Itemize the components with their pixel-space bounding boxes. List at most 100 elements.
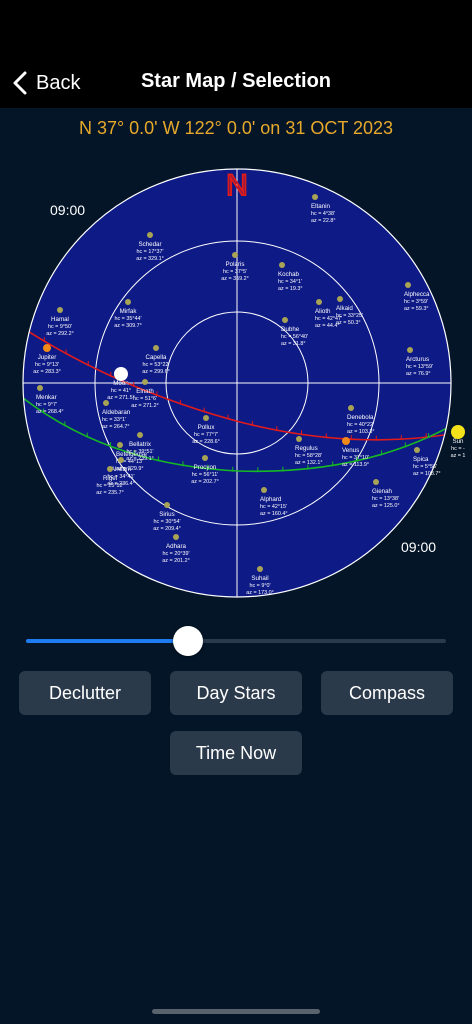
object-hc-label: hc = 9°50' — [48, 324, 72, 330]
star-dot[interactable] — [312, 194, 318, 200]
object-name-label: Venus — [342, 447, 359, 454]
star-dot[interactable] — [37, 385, 43, 391]
star-dot[interactable] — [316, 299, 322, 305]
body-dot[interactable] — [342, 437, 350, 445]
star-dot[interactable] — [153, 345, 159, 351]
object-name-label: Alnilam — [111, 466, 131, 473]
object-name-label: Bellatrix — [129, 441, 152, 448]
star-dot[interactable] — [118, 457, 124, 463]
star-dot[interactable] — [232, 252, 238, 258]
object-name-label: Moon — [113, 380, 129, 387]
object-hc-label: hc = 33°25' — [336, 313, 363, 319]
object-az-label: az = 359.2° — [221, 276, 248, 282]
object-az-label: az = 299.6° — [142, 369, 169, 375]
object-name-label: Dubhe — [281, 326, 300, 333]
object-name-label: Aldebaran — [102, 409, 131, 416]
object-name-label: Jupiter — [38, 354, 57, 361]
object-name-label: Eltanin — [311, 203, 330, 210]
object-az-label: az = 19.3° — [278, 286, 302, 292]
body-dot[interactable] — [114, 367, 128, 381]
object-name-label: Capella — [146, 354, 168, 361]
object-name-label: Sun — [452, 438, 464, 445]
star-dot[interactable] — [257, 566, 263, 572]
object-az-label: az = 292.2° — [46, 331, 73, 337]
body-dot[interactable] — [451, 425, 465, 439]
object-name-label: Arcturus — [406, 356, 429, 363]
object-name-label: Adhara — [166, 543, 187, 550]
object-az-label: az = 202.7° — [191, 479, 218, 485]
star-dot[interactable] — [405, 282, 411, 288]
star-dot[interactable] — [142, 379, 148, 385]
object-az-label: az = 209.4° — [153, 526, 180, 532]
object-hc-label: hc = 30°54' — [153, 519, 180, 525]
object-hc-label: hc = 34°1' — [278, 279, 302, 285]
star-dot[interactable] — [125, 299, 131, 305]
object-az-label: az = 125.0° — [372, 503, 399, 509]
object-az-label: az = 22.8° — [311, 218, 335, 224]
star-dot[interactable] — [279, 262, 285, 268]
object-az-label: az = 329.1° — [136, 256, 163, 262]
object-name-label: Rigel — [103, 475, 117, 482]
time-slider[interactable] — [26, 626, 446, 656]
object-az-label: az = 309.7° — [114, 323, 141, 329]
body-dot[interactable] — [43, 344, 51, 352]
star-dot[interactable] — [57, 307, 63, 313]
object-name-label: Kochab — [278, 271, 300, 278]
object-hc-label: hc = 53°22' — [142, 362, 169, 368]
object-name-label: Menkar — [36, 394, 57, 401]
object-hc-label: hc = 56°40' — [281, 334, 308, 340]
object-name-label: Alkaid — [336, 305, 353, 312]
star-dot[interactable] — [348, 405, 354, 411]
slider-thumb[interactable] — [172, 626, 203, 656]
star-dot[interactable] — [407, 347, 413, 353]
object-name-label: Polaris — [226, 261, 245, 268]
home-indicator — [152, 1009, 320, 1014]
object-hc-label: hc = 9°0' — [249, 583, 270, 589]
star-dot[interactable] — [373, 479, 379, 485]
star-dot[interactable] — [282, 317, 288, 323]
compass-north-marker: N — [226, 169, 248, 202]
star-dot[interactable] — [202, 455, 208, 461]
object-hc-label: hc = 58°28' — [295, 453, 322, 459]
object-name-label: Denebola — [347, 414, 374, 421]
object-az-label: az = 59.3° — [404, 306, 428, 312]
body-sun[interactable]: Sunhc = -az = 1 — [451, 425, 466, 459]
object-hc-label: hc = 56°11' — [192, 472, 219, 478]
star-dot[interactable] — [203, 415, 209, 421]
object-az-label: az = 264.7° — [102, 424, 129, 430]
object-az-label: az = 31.8° — [281, 341, 305, 347]
day-stars-button[interactable]: Day Stars — [170, 671, 302, 715]
star-dot[interactable] — [414, 447, 420, 453]
object-name-label: Elnath — [136, 388, 154, 395]
object-name-label: Pollux — [198, 424, 216, 431]
star-dot[interactable] — [117, 442, 123, 448]
star-dot[interactable] — [173, 534, 179, 540]
object-name-label: Betelgeuse — [116, 451, 148, 458]
object-hc-label: hc = 41° — [111, 388, 131, 394]
compass-button[interactable]: Compass — [321, 671, 453, 715]
object-name-label: Mirfak — [120, 308, 138, 315]
object-az-label: az = 113.9° — [342, 462, 369, 468]
time-now-button[interactable]: Time Now — [170, 731, 302, 775]
object-hc-label: hc = 9°7' — [36, 402, 57, 408]
star-dot[interactable] — [261, 487, 267, 493]
star-dot[interactable] — [107, 466, 113, 472]
star-dot[interactable] — [337, 296, 343, 302]
navigation-bar: Back Star Map / Selection — [0, 0, 472, 108]
object-hc-label: hc = 17°37' — [136, 249, 163, 255]
object-az-label: az = 50.3° — [336, 320, 360, 326]
object-az-label: az = 268.4° — [36, 409, 63, 415]
star-dot[interactable] — [164, 502, 170, 508]
object-hc-label: hc = 13°59' — [406, 364, 433, 370]
object-name-label: Sirius — [159, 511, 174, 518]
object-name-label: Alioth — [315, 308, 331, 315]
declutter-button[interactable]: Declutter — [19, 671, 151, 715]
star-map[interactable]: N Eltaninhc = 4°38'az = 22.8°Schedarhc =… — [0, 160, 472, 610]
object-az-label: az = 76.9° — [406, 371, 430, 377]
star-dot[interactable] — [147, 232, 153, 238]
star-dot[interactable] — [137, 432, 143, 438]
object-name-label: Alphecca — [404, 291, 430, 298]
object-az-label: az = 160.4° — [260, 511, 287, 517]
object-hc-label: hc = 37°10' — [342, 455, 369, 461]
star-dot[interactable] — [296, 436, 302, 442]
